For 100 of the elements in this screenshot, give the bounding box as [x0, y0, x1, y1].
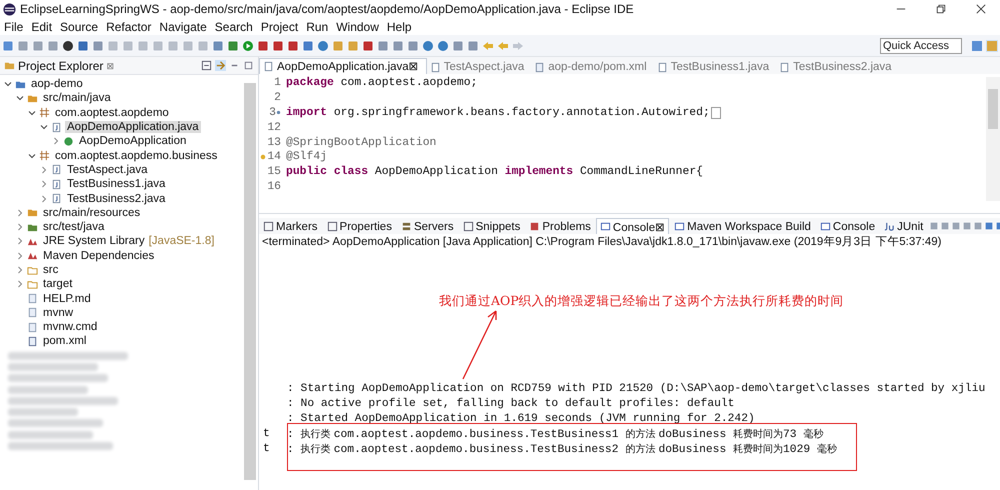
view-tab[interactable]: Servers — [396, 218, 458, 234]
menu-item[interactable]: Project — [260, 20, 298, 34]
expanded-caret-icon[interactable] — [4, 80, 12, 88]
tree-item[interactable]: AopDemoApplication.java — [65, 121, 201, 134]
tree-item[interactable]: src/main/java — [41, 92, 113, 104]
tree-item[interactable]: com.aoptest.aopdemo.business — [53, 150, 220, 162]
maximize-icon[interactable] — [243, 60, 254, 71]
expanded-caret-icon[interactable] — [40, 123, 48, 132]
toolbar-icon[interactable] — [257, 40, 269, 52]
collapsed-caret-icon[interactable] — [16, 208, 24, 217]
tree-item[interactable]: HELP.md — [41, 292, 93, 305]
toolbar-icon[interactable] — [362, 40, 374, 52]
tree-item[interactable]: src/test/java — [41, 221, 106, 234]
package-icon — [39, 150, 50, 162]
tree-item[interactable]: mvnw — [41, 306, 76, 319]
view-tab[interactable]: Markers — [259, 218, 322, 234]
toolbar-icon[interactable] — [287, 40, 299, 52]
view-tab[interactable]: Console⊠ — [596, 218, 670, 234]
quick-access-field[interactable]: Quick Access — [880, 38, 962, 54]
scrollbar[interactable] — [986, 77, 1000, 201]
markers-icon — [263, 221, 274, 232]
menu-item[interactable]: Window — [336, 20, 379, 34]
console-line: : Started AopDemoApplication in 1.619 seconds (JVM running for 2.242) — [287, 412, 755, 424]
close-icon[interactable] — [976, 4, 986, 14]
tree-item[interactable]: pom.xml — [41, 335, 88, 348]
xml-file-icon — [534, 62, 546, 72]
tree-item[interactable]: AopDemoApplication — [77, 135, 188, 148]
line-number: 12 — [266, 122, 282, 134]
menu-item[interactable]: Search — [214, 20, 253, 34]
servers-icon — [400, 221, 412, 232]
tree-item[interactable]: Maven Dependencies — [41, 250, 156, 262]
collapsed-caret-icon[interactable] — [16, 252, 24, 260]
view-tab[interactable]: Console — [816, 218, 880, 234]
file-icon — [27, 322, 38, 333]
tree-item[interactable]: com.aoptest.aopdemo — [53, 106, 171, 119]
menu-item[interactable]: Help — [386, 20, 412, 34]
view-tab[interactable]: Properties — [322, 218, 396, 234]
console-toolbar-icon[interactable] — [929, 221, 940, 231]
collapsed-caret-icon[interactable] — [16, 223, 24, 232]
tree-item[interactable]: src — [41, 264, 60, 276]
window-title: EclipseLearningSpringWS - aop-demo/src/main/java/com/aoptest/aopdemo/AopDemoApplication.java - Eclipse IDE — [20, 2, 634, 16]
toolbar-icon[interactable] — [62, 40, 74, 52]
console-toolbar-icon[interactable] — [940, 221, 950, 231]
editor-tab[interactable]: TestAspect.java — [426, 61, 532, 74]
collapsed-caret-icon[interactable] — [16, 237, 24, 246]
editor-tab[interactable]: TestBusiness1.java — [654, 61, 776, 74]
collapsed-caret-icon[interactable] — [40, 180, 48, 188]
menu-item[interactable]: File — [4, 20, 24, 34]
tree-item[interactable]: src/main/resources — [41, 206, 142, 219]
expanded-caret-icon[interactable] — [16, 94, 24, 102]
menu-item[interactable]: Refactor — [106, 20, 152, 34]
expanded-caret-icon[interactable] — [28, 108, 36, 117]
class-icon — [63, 136, 74, 147]
xml-file-icon — [27, 336, 38, 347]
package-icon — [39, 107, 50, 118]
editor-tab[interactable]: aop-demo/pom.xml — [531, 61, 654, 74]
tree-item[interactable]: TestBusiness1.java — [65, 178, 168, 190]
tree-item[interactable]: TestAspect.java — [65, 164, 150, 176]
toolbar-icon[interactable] — [272, 40, 284, 52]
expanded-caret-icon[interactable] — [28, 152, 36, 160]
collapse-all-icon[interactable] — [201, 60, 212, 71]
scrollbar[interactable] — [244, 83, 256, 480]
view-tab[interactable]: Snippets — [458, 218, 524, 234]
line-number: 1 — [273, 77, 282, 90]
editor-tab[interactable]: TestBusiness2.java — [776, 61, 899, 74]
menu-item[interactable]: Run — [306, 20, 328, 34]
library-icon — [27, 250, 38, 262]
restore-icon[interactable] — [936, 4, 946, 14]
collapsed-caret-icon[interactable] — [52, 137, 60, 146]
console-toolbar-icon[interactable] — [951, 221, 962, 231]
folded-code-icon[interactable] — [710, 106, 721, 119]
console-toolbar-icon[interactable] — [962, 221, 972, 231]
tree-item[interactable]: target — [41, 278, 74, 290]
view-title[interactable]: Project Explorer — [18, 58, 104, 72]
menu-item[interactable]: Edit — [31, 20, 52, 34]
java-ee-perspective-icon[interactable] — [986, 40, 998, 52]
view-tab[interactable]: Maven Workspace Build — [670, 218, 815, 234]
collapsed-caret-icon[interactable] — [40, 194, 48, 203]
collapsed-caret-icon[interactable] — [40, 166, 48, 174]
menu-item[interactable]: Navigate — [159, 20, 207, 34]
folder-icon — [4, 60, 15, 71]
view-tab[interactable]: JUnit — [880, 218, 928, 234]
eclipse-logo-icon — [3, 2, 16, 16]
tree-item[interactable]: aop-demo — [29, 78, 85, 90]
console-toolbar-icon[interactable] — [984, 221, 994, 231]
tree-item[interactable]: TestBusiness2.java — [65, 192, 168, 205]
line-number: 2 — [273, 92, 282, 104]
tree-item[interactable]: JRE System Library — [41, 235, 147, 248]
editor-tab[interactable]: AopDemoApplication.java⊠ — [259, 58, 427, 74]
menu-item[interactable]: Source — [60, 20, 98, 34]
fold-marker-icon[interactable] — [276, 110, 281, 116]
file-icon — [27, 307, 38, 318]
java-file-icon — [263, 60, 274, 72]
collapsed-caret-icon[interactable] — [16, 280, 24, 288]
console-toolbar-icon[interactable] — [973, 221, 984, 231]
view-tab[interactable]: Problems — [525, 218, 595, 234]
perspective-icon[interactable] — [971, 40, 983, 52]
view-close-button[interactable]: ⊠ — [106, 60, 114, 70]
collapsed-caret-icon[interactable] — [16, 266, 24, 274]
tree-item[interactable]: mvnw.cmd — [41, 321, 100, 334]
